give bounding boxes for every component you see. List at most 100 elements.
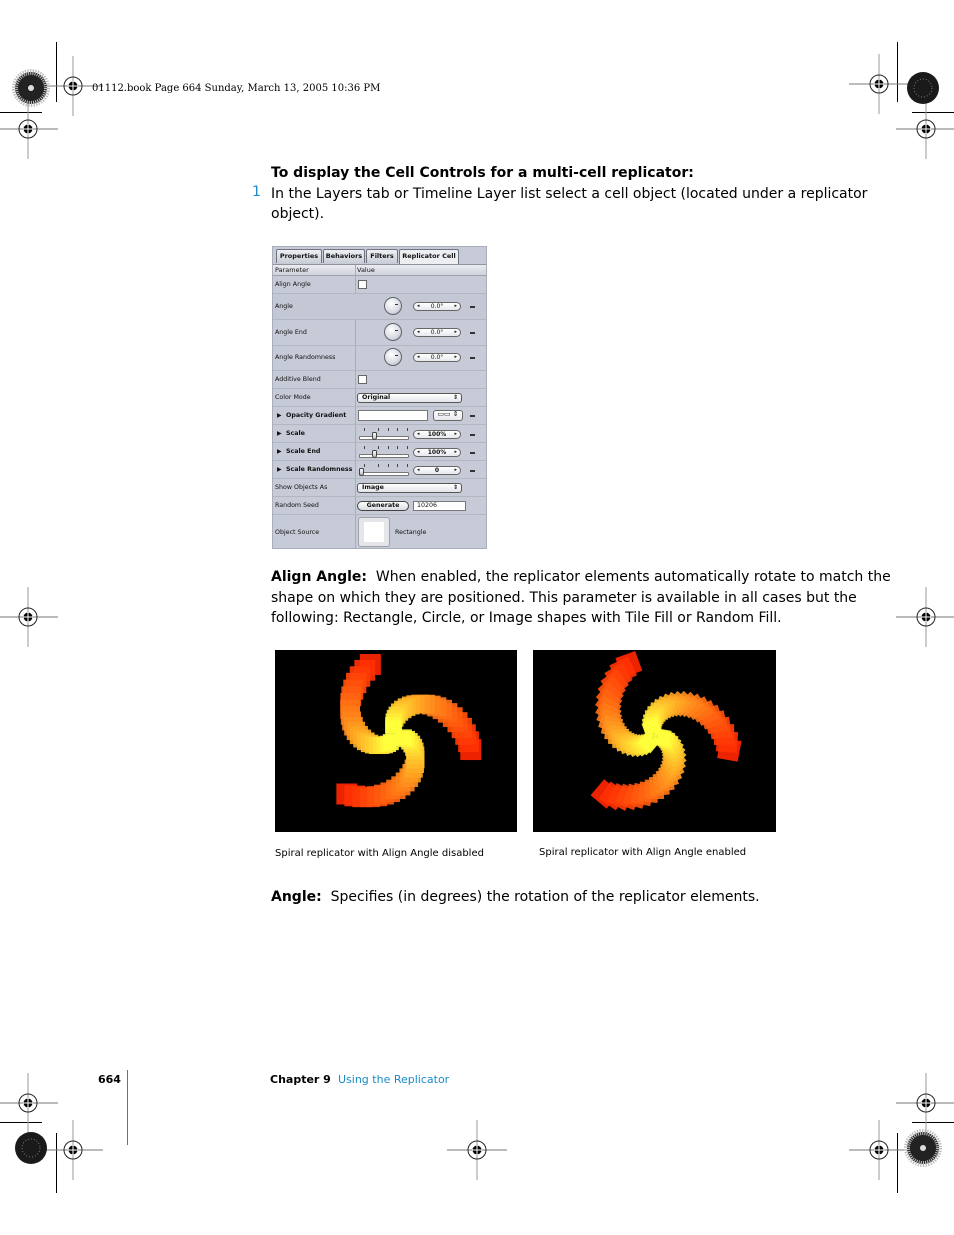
reset-dash-icon[interactable] <box>470 415 475 417</box>
param-row-show-objects-as: Show Objects As Image ⇕ <box>273 479 486 497</box>
slider-tick <box>363 428 365 431</box>
chapter-title-link[interactable]: Using the Replicator <box>338 1073 449 1086</box>
param-row-object-source: Object Source Rectangle <box>273 515 486 549</box>
angle-paragraph: Angle: Specifies (in degrees) the rotati… <box>271 887 760 908</box>
slider-tick <box>387 446 389 449</box>
page-number: 664 <box>98 1073 121 1086</box>
align-angle-paragraph: Align Angle: When enabled, the replicato… <box>271 567 891 629</box>
param-label: Angle <box>275 303 293 310</box>
slider-tick <box>387 464 389 467</box>
registration-mark-icon <box>0 1072 59 1134</box>
object-source-well[interactable] <box>358 517 390 547</box>
increment-arrow-icon[interactable]: ▸ <box>454 449 457 456</box>
decrement-arrow-icon[interactable]: ◂ <box>417 431 420 438</box>
param-label: Object Source <box>275 529 320 536</box>
angle-end-dial[interactable] <box>384 323 402 341</box>
starburst-icon <box>12 69 50 107</box>
param-label: Additive Blend <box>275 376 321 383</box>
param-row-random-seed: Random Seed Generate 10206 <box>273 497 486 515</box>
param-label: Opacity Gradient <box>286 412 347 419</box>
angle-randomness-dial[interactable] <box>384 348 402 366</box>
tab-behaviors[interactable]: Behaviors <box>323 249 365 263</box>
tab-replicator-cell[interactable]: Replicator Cell <box>399 249 459 264</box>
param-row-align-angle: Align Angle <box>273 276 486 294</box>
starburst-icon <box>15 1132 47 1164</box>
inspector-tabs: Properties Behaviors Filters Replicator … <box>273 247 486 265</box>
increment-arrow-icon[interactable]: ▸ <box>454 354 457 361</box>
registration-mark-icon <box>895 586 954 648</box>
additive-blend-checkbox[interactable] <box>358 375 367 384</box>
increment-arrow-icon[interactable]: ▸ <box>454 303 457 310</box>
reset-dash-icon[interactable] <box>470 306 475 308</box>
registration-mark-icon <box>42 1119 104 1181</box>
scale-value-field[interactable]: ◂ 100% ▸ <box>413 430 461 439</box>
increment-arrow-icon[interactable]: ▸ <box>454 329 457 336</box>
slider-tick <box>363 446 365 449</box>
slider-thumb[interactable] <box>371 450 377 458</box>
reset-dash-icon[interactable] <box>470 452 475 454</box>
column-header-value: Value <box>357 266 375 274</box>
angle-dial[interactable] <box>384 297 402 315</box>
random-seed-field[interactable]: 10206 <box>413 501 466 511</box>
slider-thumb[interactable] <box>359 468 364 476</box>
column-header: Parameter Value <box>273 265 486 276</box>
step-text-line1: In the Layers tab or Timeline Layer list… <box>271 186 868 202</box>
decrement-arrow-icon[interactable]: ◂ <box>417 329 420 336</box>
chapter-label: Chapter 9 <box>270 1073 331 1086</box>
show-objects-as-popup[interactable]: Image ⇕ <box>357 483 462 493</box>
tab-properties[interactable]: Properties <box>276 249 322 263</box>
registration-mark-icon <box>0 98 59 160</box>
column-header-parameter: Parameter <box>275 266 309 274</box>
desc-line: following: Rectangle, Circle, or Image s… <box>271 610 782 626</box>
angle-value-field[interactable]: ◂ 0.0° ▸ <box>413 302 461 311</box>
param-row-scale-randomness: ▶ Scale Randomness ◂ 0 ▸ <box>273 461 486 479</box>
reset-dash-icon[interactable] <box>470 434 475 436</box>
step-text-line2: object). <box>271 206 325 222</box>
decrement-arrow-icon[interactable]: ◂ <box>417 449 420 456</box>
increment-arrow-icon[interactable]: ▸ <box>454 467 457 474</box>
registration-mark-icon <box>0 586 59 648</box>
slider-track[interactable] <box>359 472 409 476</box>
slider-tick <box>378 428 380 431</box>
slider-tick <box>407 446 408 449</box>
color-mode-popup[interactable]: Original ⇕ <box>357 393 462 403</box>
decrement-arrow-icon[interactable]: ◂ <box>417 303 420 310</box>
slider-track[interactable] <box>359 436 409 440</box>
slider-tick <box>407 464 408 467</box>
slider-track[interactable] <box>359 454 409 458</box>
reset-dash-icon[interactable] <box>470 332 475 334</box>
caption-align-enabled: Spiral replicator with Align Angle enabl… <box>539 847 747 858</box>
param-row-angle-end: Angle End ◂ 0.0° ▸ <box>273 320 486 346</box>
slider-tick <box>378 464 380 467</box>
align-angle-checkbox[interactable] <box>358 280 367 289</box>
term-align-angle: Align Angle: <box>271 569 368 585</box>
param-row-angle-randomness: Angle Randomness ◂ 0.0° ▸ <box>273 346 486 371</box>
registration-mark-icon <box>895 1072 954 1134</box>
param-label: Angle Randomness <box>275 354 336 361</box>
decrement-arrow-icon[interactable]: ◂ <box>417 467 420 474</box>
print-header-stamp: 01112.book Page 664 Sunday, March 13, 20… <box>92 83 381 94</box>
scale-randomness-value-field[interactable]: ◂ 0 ▸ <box>413 466 461 475</box>
gradient-presets-icon[interactable]: ▭▭ ⇕ <box>433 410 463 421</box>
reset-dash-icon[interactable] <box>470 470 475 472</box>
slider-thumb[interactable] <box>371 432 377 440</box>
param-label: Color Mode <box>275 394 311 401</box>
decrement-arrow-icon[interactable]: ◂ <box>417 354 420 361</box>
desc-line: When enabled, the replicator elements au… <box>375 569 891 585</box>
popup-arrows-icon: ⇕ <box>452 394 458 401</box>
angle-randomness-value-field[interactable]: ◂ 0.0° ▸ <box>413 353 461 362</box>
param-row-scale: ▶ Scale ◂ 100% ▸ <box>273 425 486 443</box>
reset-dash-icon[interactable] <box>470 357 475 359</box>
param-row-opacity-gradient: ▶ Opacity Gradient ▭▭ ⇕ <box>273 407 486 425</box>
footer-divider <box>127 1070 128 1145</box>
generate-button[interactable]: Generate <box>357 501 409 511</box>
scale-end-value-field[interactable]: ◂ 100% ▸ <box>413 448 461 457</box>
angle-end-value-field[interactable]: ◂ 0.0° ▸ <box>413 328 461 337</box>
disclosure-triangle-icon[interactable]: ▶ <box>277 412 282 419</box>
opacity-gradient-preview[interactable] <box>358 410 428 421</box>
increment-arrow-icon[interactable]: ▸ <box>454 431 457 438</box>
registration-mark-icon <box>848 1119 910 1181</box>
figure-align-disabled <box>275 650 517 832</box>
tab-filters[interactable]: Filters <box>366 249 398 263</box>
registration-mark-icon <box>848 53 910 115</box>
